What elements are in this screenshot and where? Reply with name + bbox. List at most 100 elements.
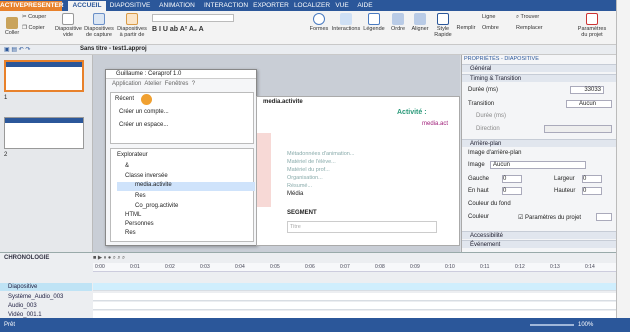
tab-exporter[interactable]: EXPORTER (253, 1, 289, 11)
section-event[interactable]: Événement (462, 240, 617, 248)
quick-access-icons[interactable]: ▣ ▤ ↶ ↷ (4, 46, 30, 53)
tab-interaction[interactable]: INTERACTION (203, 1, 249, 11)
slide-thumbnail-1[interactable] (4, 60, 84, 92)
title-field[interactable]: Titre (287, 221, 437, 233)
project-params-label: Paramètres du projet (525, 215, 582, 221)
timeline-title: CHRONOLOGIE (4, 255, 50, 261)
project-params-checkbox[interactable]: ☑ Paramètres du projet (518, 214, 581, 221)
time-tick: 0:12 (515, 264, 525, 270)
create-space-link[interactable]: Créer un espace... (119, 122, 168, 128)
copy-button[interactable]: ❐ Copier (22, 25, 52, 31)
replace-button[interactable]: Remplacer (516, 25, 554, 31)
quick-style-button[interactable]: Style Rapide (432, 13, 454, 38)
tree-item[interactable]: Co_prog.activite (135, 203, 178, 209)
track-lane[interactable] (93, 302, 616, 310)
shadow-button[interactable]: Ombre (482, 25, 506, 31)
menu-fenetres[interactable]: Fenêtres (165, 81, 189, 87)
slide-tab[interactable]: media.activite (263, 99, 303, 105)
track-label[interactable]: Diapositive (0, 283, 92, 291)
color-swatch[interactable] (596, 213, 612, 221)
tree-item[interactable]: Res (135, 193, 146, 199)
duration-input[interactable]: 33033 (570, 86, 604, 94)
shapes-label: Formes (309, 26, 329, 32)
tree-item[interactable]: HTML (125, 212, 141, 218)
tree-item[interactable]: Personnes (125, 221, 154, 227)
tree-item[interactable]: Classe inversée (125, 173, 168, 179)
track-label[interactable]: Audio_003 (0, 302, 92, 310)
fill-button[interactable]: Remplir (454, 25, 478, 31)
slide-item: Matériel de l'élève... (287, 159, 336, 165)
left-input[interactable]: 0 (502, 175, 522, 183)
blank-slide-label: Diapositive vide (55, 26, 82, 38)
explorer-panel: Explorateur & Classe inversée media.acti… (110, 148, 255, 242)
shapes-button[interactable]: Formes (308, 13, 330, 32)
tab-diapositive[interactable]: DIAPOSITIVE (108, 1, 152, 11)
tab-aide[interactable]: AIDE (355, 1, 375, 11)
document-tab[interactable]: Sans titre - test1.approj (80, 46, 147, 52)
transition-select[interactable]: Aucun (566, 100, 612, 108)
time-ruler[interactable]: 0:00 0:01 0:02 0:03 0:04 0:05 0:06 0:07 0:08 0:09… (93, 263, 616, 272)
create-account-link[interactable]: Créer un compte... (119, 109, 169, 115)
menu-atelier[interactable]: Atelier (144, 81, 161, 87)
find-button[interactable]: ⌕ Trouver (516, 14, 546, 20)
top-input[interactable]: 0 (502, 187, 522, 195)
side-toolbar[interactable] (257, 133, 271, 207)
caption-button[interactable]: Légende (362, 13, 386, 32)
timeline-toolbar[interactable]: ■ ▶ ⏸ ● ⌕ ⌕ ⌕ (93, 255, 616, 261)
zoom-level: 100% (578, 322, 594, 328)
section-accessibility[interactable]: Accessibilité (462, 231, 617, 239)
direction-label: Direction (476, 126, 500, 132)
section-timing[interactable]: Timing & Transition (462, 74, 617, 82)
line-button[interactable]: Ligne (482, 14, 506, 20)
tab-vue[interactable]: VUE (333, 1, 351, 11)
track-lane[interactable] (93, 283, 616, 291)
tab-animation[interactable]: ANIMATION (155, 1, 199, 11)
tree-item[interactable]: & (125, 163, 129, 169)
order-button[interactable]: Ordre (389, 13, 407, 32)
font-format-toolbar[interactable]: B I U ab A² A₂ A (152, 26, 252, 34)
menu-application[interactable]: Application (112, 81, 141, 87)
time-tick: 0:01 (130, 264, 140, 270)
track-lane[interactable] (93, 293, 616, 301)
capture-icon (93, 13, 105, 25)
align-icon (414, 13, 426, 25)
thumb-header (5, 118, 83, 123)
font-family-select[interactable] (152, 14, 234, 22)
section-background[interactable]: Arrière-plan (462, 139, 617, 147)
slide-item: Matériel du prof... (287, 167, 330, 173)
tab-activepresenter[interactable]: ACTIVEPRESENTER (0, 1, 64, 11)
slide-item: Organisation... (287, 175, 323, 181)
height-label: Hauteur (554, 188, 576, 194)
section-general[interactable]: Général (462, 64, 617, 72)
paste-button[interactable]: Coller (3, 17, 21, 36)
order-icon (392, 13, 404, 25)
interactions-button[interactable]: Interactions (331, 13, 361, 32)
menu-help[interactable]: ? (192, 81, 195, 87)
bg-image-label: Image d'arrière-plan (468, 150, 522, 156)
order-label: Ordre (390, 26, 406, 32)
zoom-slider[interactable] (530, 324, 574, 326)
tab-localizer[interactable]: LOCALIZER (293, 1, 331, 11)
align-button[interactable]: Aligner (409, 13, 431, 32)
tree-item-selected[interactable]: media.activite (117, 182, 255, 191)
tab-accueil[interactable]: ACCUEIL (68, 1, 106, 11)
time-tick: 0:07 (340, 264, 350, 270)
track-label[interactable]: Système_Audio_003 (0, 293, 92, 301)
height-input[interactable]: 0 (582, 187, 602, 195)
tree-item[interactable]: Res (125, 230, 136, 236)
blank-slide-button[interactable]: Diapositive vide (55, 13, 82, 38)
slide-thumbnail-2[interactable] (4, 117, 84, 149)
width-label: Largeur (554, 176, 575, 182)
time-tick: 0:05 (270, 264, 280, 270)
time-tick: 0:13 (550, 264, 560, 270)
capture-slides-button[interactable]: Diapositives de capture (84, 13, 114, 38)
width-input[interactable]: 0 (582, 175, 602, 183)
image-select[interactable]: Aucun (490, 161, 586, 169)
cut-button[interactable]: ✂ Couper (22, 14, 52, 20)
activity-subtitle: media.act (422, 121, 449, 127)
direction-select[interactable] (544, 125, 612, 133)
slides-from-button[interactable]: Diapositives à partir de (116, 13, 148, 38)
settings-icon (586, 13, 598, 25)
project-settings-button[interactable]: Paramètres du projet (574, 13, 610, 38)
transition-label: Transition (468, 101, 495, 107)
